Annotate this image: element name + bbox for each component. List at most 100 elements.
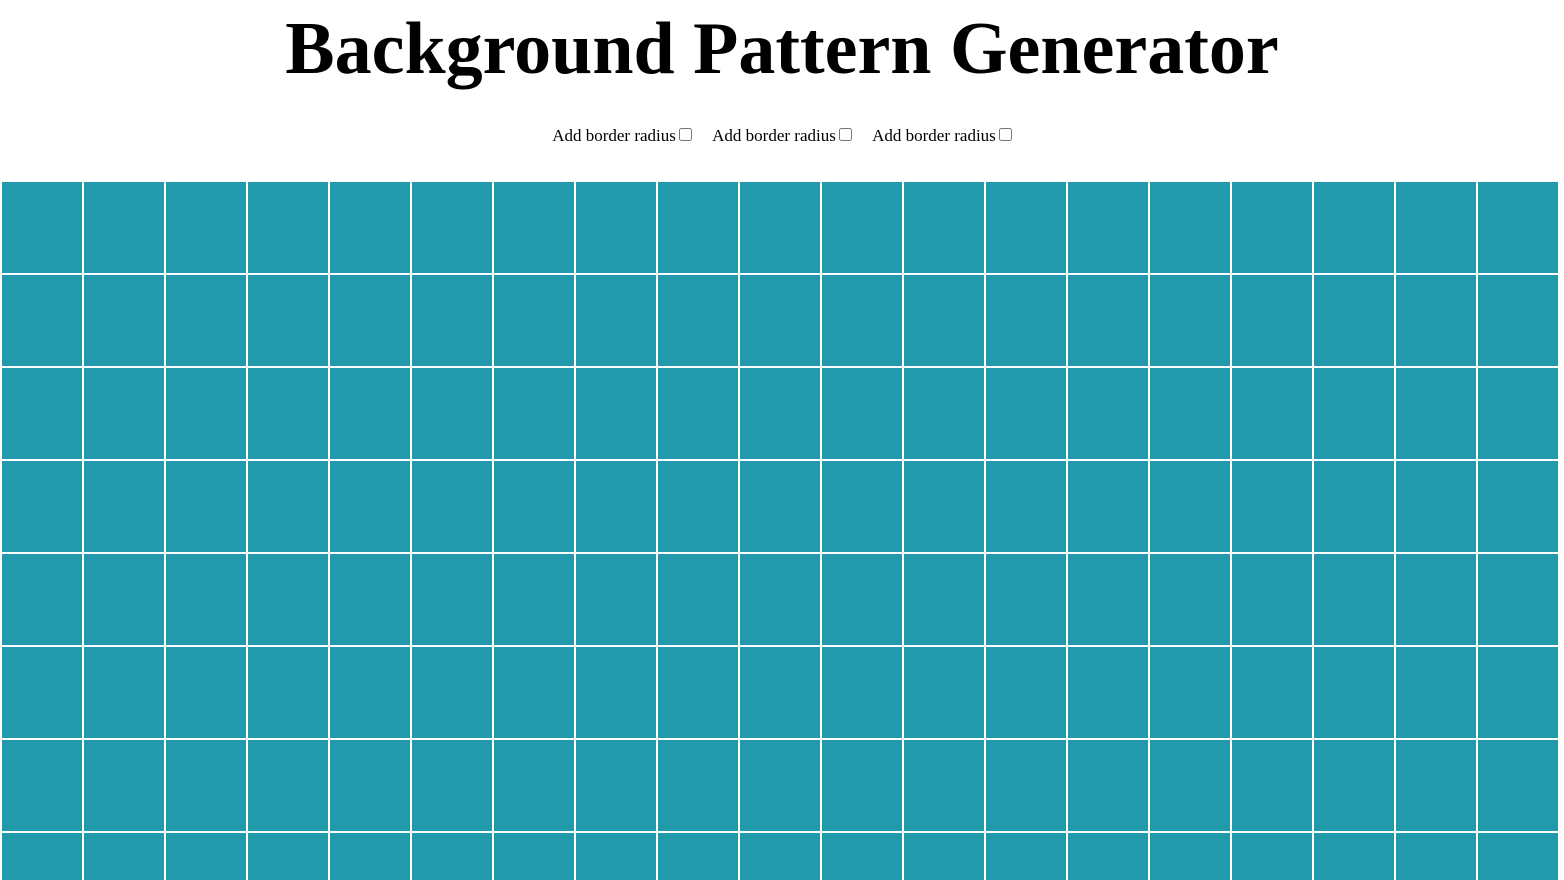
pattern-tile xyxy=(84,275,164,366)
pattern-tile xyxy=(412,275,492,366)
pattern-tile xyxy=(1478,647,1558,738)
pattern-tile xyxy=(166,647,246,738)
pattern-tile xyxy=(1232,461,1312,552)
pattern-tile xyxy=(904,740,984,831)
pattern-tile xyxy=(84,554,164,645)
pattern-tile xyxy=(1068,461,1148,552)
pattern-tile xyxy=(166,368,246,459)
pattern-tile xyxy=(84,833,164,880)
pattern-tile xyxy=(1232,647,1312,738)
pattern-tile xyxy=(1314,554,1394,645)
pattern-tile xyxy=(904,182,984,273)
pattern-tile xyxy=(1396,461,1476,552)
pattern-tile xyxy=(1068,740,1148,831)
pattern-tile xyxy=(658,833,738,880)
pattern-tile xyxy=(822,275,902,366)
pattern-tile xyxy=(1396,833,1476,880)
pattern-tile xyxy=(986,647,1066,738)
pattern-tile xyxy=(1478,461,1558,552)
pattern-tile xyxy=(412,833,492,880)
pattern-tile xyxy=(1314,275,1394,366)
pattern-tile xyxy=(904,368,984,459)
pattern-tile xyxy=(576,740,656,831)
pattern-tile xyxy=(330,554,410,645)
pattern-tile xyxy=(166,182,246,273)
pattern-tile xyxy=(330,647,410,738)
pattern-tile xyxy=(658,182,738,273)
pattern-tile xyxy=(1068,647,1148,738)
pattern-tile xyxy=(1314,368,1394,459)
pattern-tile xyxy=(412,461,492,552)
pattern-tile xyxy=(658,275,738,366)
pattern-tile xyxy=(166,461,246,552)
pattern-tile xyxy=(2,833,82,880)
pattern-tile xyxy=(248,833,328,880)
pattern-tile xyxy=(166,275,246,366)
pattern-tile xyxy=(986,554,1066,645)
pattern-tile xyxy=(658,368,738,459)
pattern-tile xyxy=(494,368,574,459)
pattern-tile xyxy=(1232,368,1312,459)
pattern-tile xyxy=(494,740,574,831)
pattern-tile xyxy=(576,554,656,645)
pattern-tile xyxy=(494,647,574,738)
pattern-tile xyxy=(248,182,328,273)
controls-bar: Add border radius Add border radius Add … xyxy=(0,124,1564,147)
pattern-tile xyxy=(822,740,902,831)
pattern-tile xyxy=(576,182,656,273)
pattern-tile xyxy=(1396,740,1476,831)
border-radius-control-3[interactable]: Add border radius xyxy=(872,125,1012,147)
pattern-tile xyxy=(1232,554,1312,645)
pattern-tile xyxy=(986,182,1066,273)
pattern-tile xyxy=(822,368,902,459)
pattern-tile xyxy=(330,182,410,273)
border-radius-label-3: Add border radius xyxy=(872,126,996,146)
pattern-tile xyxy=(576,275,656,366)
border-radius-control-2[interactable]: Add border radius xyxy=(712,125,852,147)
pattern-tile xyxy=(248,368,328,459)
pattern-tile xyxy=(986,740,1066,831)
pattern-tile xyxy=(822,182,902,273)
border-radius-checkbox-2[interactable] xyxy=(838,128,852,142)
border-radius-checkbox-1[interactable] xyxy=(678,128,692,142)
pattern-tile xyxy=(986,461,1066,552)
pattern-tile xyxy=(822,833,902,880)
pattern-tile xyxy=(1068,182,1148,273)
pattern-tile xyxy=(412,368,492,459)
pattern-tile xyxy=(658,554,738,645)
pattern-tile xyxy=(494,275,574,366)
pattern-tile xyxy=(248,275,328,366)
pattern-tile xyxy=(330,368,410,459)
pattern-tile xyxy=(904,647,984,738)
pattern-tile xyxy=(2,647,82,738)
pattern-tile xyxy=(1314,182,1394,273)
pattern-tile xyxy=(84,647,164,738)
pattern-tile xyxy=(740,554,820,645)
pattern-tile xyxy=(1478,275,1558,366)
pattern-tile xyxy=(2,368,82,459)
pattern-tile xyxy=(412,647,492,738)
pattern-tile xyxy=(740,461,820,552)
pattern-tile xyxy=(84,182,164,273)
pattern-tile xyxy=(904,461,984,552)
pattern-tile xyxy=(1150,833,1230,880)
pattern-tile xyxy=(1478,554,1558,645)
pattern-tile xyxy=(494,461,574,552)
pattern-grid xyxy=(2,182,1560,880)
pattern-tile xyxy=(412,554,492,645)
pattern-tile xyxy=(740,368,820,459)
pattern-tile xyxy=(1314,647,1394,738)
pattern-tile xyxy=(822,554,902,645)
pattern-tile xyxy=(1150,647,1230,738)
pattern-tile xyxy=(658,461,738,552)
pattern-tile xyxy=(1314,833,1394,880)
pattern-tile xyxy=(1232,182,1312,273)
border-radius-label-2: Add border radius xyxy=(712,126,836,146)
pattern-tile xyxy=(1314,740,1394,831)
pattern-tile xyxy=(1068,554,1148,645)
pattern-tile xyxy=(1396,275,1476,366)
border-radius-checkbox-3[interactable] xyxy=(998,128,1012,142)
pattern-tile xyxy=(330,275,410,366)
border-radius-control-1[interactable]: Add border radius xyxy=(552,125,692,147)
pattern-tile xyxy=(1396,647,1476,738)
